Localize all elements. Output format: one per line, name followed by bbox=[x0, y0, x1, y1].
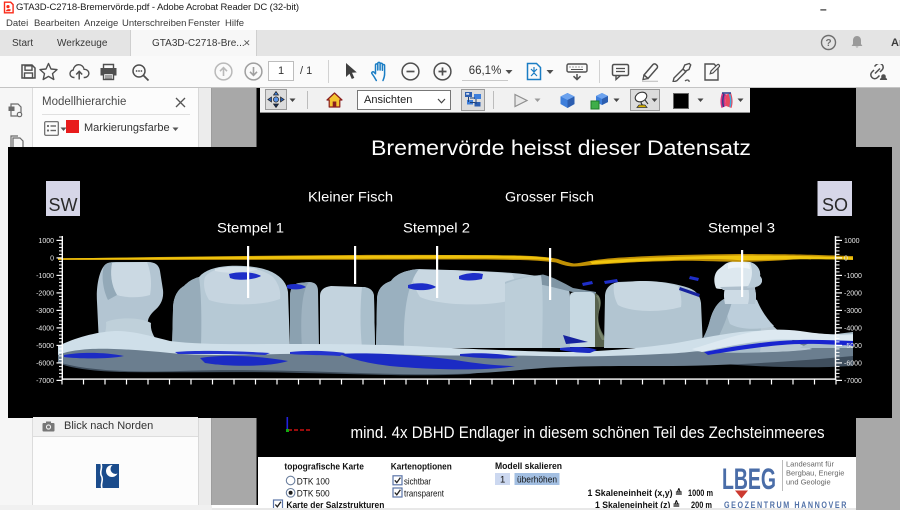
svg-text:0: 0 bbox=[844, 255, 848, 262]
svg-text:Bremervörde heisst dieser Date: Bremervörde heisst dieser Datensatz bbox=[371, 137, 751, 160]
svg-text:-5000: -5000 bbox=[36, 343, 54, 350]
svg-text:SO: SO bbox=[822, 195, 848, 215]
svg-text:Landesamt für: Landesamt für bbox=[786, 459, 834, 468]
svg-text:1: 1 bbox=[500, 474, 505, 485]
svg-text:LBEG: LBEG bbox=[722, 463, 776, 496]
svg-text:-6000: -6000 bbox=[36, 360, 54, 367]
svg-text:-2000: -2000 bbox=[36, 290, 54, 297]
svg-text:mind. 4x DBHD Endlager in dies: mind. 4x DBHD Endlager in diesem schönen… bbox=[351, 423, 825, 442]
svg-text:und Geologie: und Geologie bbox=[786, 477, 831, 486]
svg-text:-5000: -5000 bbox=[844, 343, 862, 350]
svg-text:1 Skaleneinheit (x,y) ≙: 1 Skaleneinheit (x,y) ≙ bbox=[588, 487, 683, 499]
svg-text:SW: SW bbox=[49, 195, 78, 215]
svg-text:Modell skalieren: Modell skalieren bbox=[495, 461, 562, 472]
svg-text:-6000: -6000 bbox=[844, 360, 862, 367]
svg-text:-1000: -1000 bbox=[36, 273, 54, 280]
svg-text:überhöhen: überhöhen bbox=[517, 474, 557, 485]
svg-text:topografische Karte: topografische Karte bbox=[284, 461, 364, 472]
svg-text:Kartenoptionen: Kartenoptionen bbox=[391, 461, 452, 472]
svg-text:DTK 100: DTK 100 bbox=[297, 476, 330, 487]
svg-text:DTK 500: DTK 500 bbox=[297, 488, 330, 499]
svg-text:-4000: -4000 bbox=[844, 325, 862, 332]
svg-text:-7000: -7000 bbox=[36, 378, 54, 385]
svg-text:Stempel 2: Stempel 2 bbox=[403, 220, 470, 236]
svg-text:Grosser Fisch: Grosser Fisch bbox=[505, 189, 594, 205]
svg-text:-3000: -3000 bbox=[36, 308, 54, 315]
svg-text:Stempel 3: Stempel 3 bbox=[708, 220, 775, 236]
svg-text:transparent: transparent bbox=[404, 488, 444, 499]
svg-text:-3000: -3000 bbox=[844, 308, 862, 315]
svg-text:Bergbau, Energie: Bergbau, Energie bbox=[786, 468, 844, 477]
svg-text:1000: 1000 bbox=[844, 238, 860, 245]
svg-text:1 Skaleneinheit (z) ≙: 1 Skaleneinheit (z) ≙ bbox=[595, 499, 680, 509]
svg-text:Stempel 1: Stempel 1 bbox=[217, 220, 284, 236]
svg-text:?: ? bbox=[825, 38, 831, 49]
svg-text:sichtbar: sichtbar bbox=[404, 476, 431, 487]
svg-text:1000: 1000 bbox=[38, 238, 54, 245]
svg-text:Kleiner Fisch: Kleiner Fisch bbox=[308, 189, 393, 205]
svg-text:-2000: -2000 bbox=[844, 290, 862, 297]
svg-text:0: 0 bbox=[50, 255, 54, 262]
svg-text:-7000: -7000 bbox=[844, 378, 862, 385]
svg-text:-1000: -1000 bbox=[844, 273, 862, 280]
svg-text:1000 m: 1000 m bbox=[688, 488, 713, 499]
svg-text:-4000: -4000 bbox=[36, 325, 54, 332]
